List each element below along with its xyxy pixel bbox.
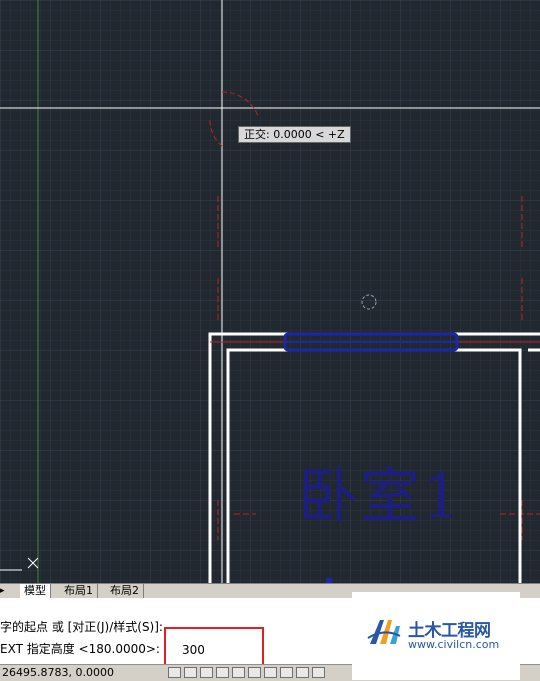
cursor-coordinates: 26495.8783, 0.0000	[2, 666, 114, 679]
ducs-toggle[interactable]	[264, 667, 277, 678]
watermark-logo: 土木工程网 www.civilcn.com	[352, 592, 520, 680]
lwt-toggle[interactable]	[296, 667, 309, 678]
command-prompt: EXT 指定高度 <180.0000>:	[0, 642, 160, 656]
ortho-toggle[interactable]	[200, 667, 213, 678]
tab-layout2[interactable]: 布局2	[106, 584, 144, 598]
osnap-toggle[interactable]	[232, 667, 245, 678]
dyn-toggle[interactable]	[280, 667, 293, 678]
tab-model[interactable]: 模型	[20, 584, 51, 598]
polar-toggle[interactable]	[216, 667, 229, 678]
tab-layout1[interactable]: 布局1	[60, 584, 98, 598]
watermark-url: www.civilcn.com	[408, 638, 500, 651]
otrack-toggle[interactable]	[248, 667, 261, 678]
command-history: 字的起点 或 [对正(J)/样式(S)]:	[0, 620, 163, 634]
ortho-tooltip: 正交: 0.0000 < +Z	[238, 126, 351, 143]
grid-toggle[interactable]	[184, 667, 197, 678]
drawing-viewport[interactable]: 正交: 0.0000 < +Z 卧室1	[0, 0, 540, 583]
qp-toggle[interactable]	[312, 667, 325, 678]
civilcn-logo-icon	[367, 620, 401, 644]
snap-toggle[interactable]	[168, 667, 181, 678]
room-label: 卧室1	[298, 462, 463, 532]
tab-nav-arrows[interactable]: ▸	[0, 584, 20, 598]
